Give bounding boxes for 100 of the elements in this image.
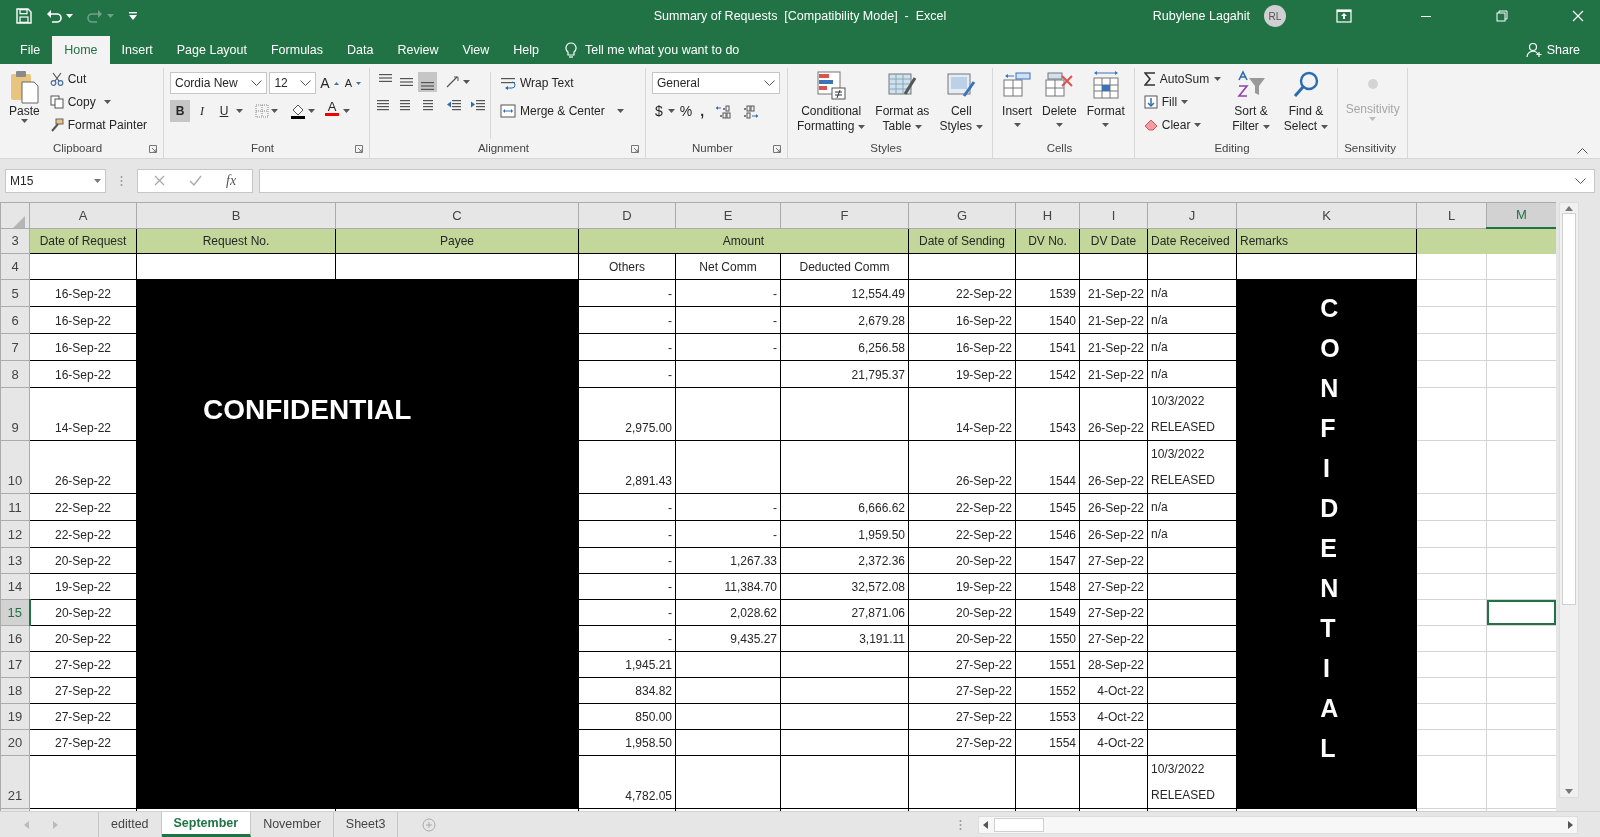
grow-font-button[interactable]: A [318, 72, 341, 94]
font-name-field[interactable]: Cordia New [170, 72, 268, 94]
scroll-left-icon[interactable] [983, 820, 988, 829]
ribbon-display-options-icon[interactable] [1336, 9, 1352, 23]
format-painter-button[interactable]: Format Painter [46, 114, 151, 136]
column-header[interactable]: G [908, 202, 1016, 228]
column-header[interactable]: H [1015, 202, 1080, 228]
align-right-icon[interactable] [420, 98, 434, 112]
fill-color-icon[interactable] [290, 103, 306, 119]
column-header[interactable]: J [1147, 202, 1237, 228]
check-icon[interactable] [189, 175, 202, 186]
row-header[interactable]: 10 [0, 440, 30, 493]
find-select-button[interactable]: Find & Select [1280, 68, 1332, 139]
fill-button[interactable]: Fill [1140, 91, 1222, 113]
cut-button[interactable]: Cut [46, 68, 151, 90]
merge-center-button[interactable]: Merge & Center [497, 100, 627, 122]
row-header[interactable]: 15 [0, 599, 30, 625]
dialog-launcher-icon[interactable] [631, 144, 639, 153]
cells-button[interactable]: Insert [999, 68, 1036, 139]
comma-style-button[interactable]: , [697, 100, 708, 122]
scrollbar-thumb[interactable] [994, 817, 1044, 832]
name-box[interactable]: M15 [5, 168, 106, 193]
column-header[interactable]: F [780, 202, 909, 228]
decrease-indent-icon[interactable] [446, 98, 462, 112]
column-header[interactable]: B [136, 202, 336, 228]
paste-button[interactable]: Paste [6, 68, 43, 139]
scroll-right-icon[interactable] [1568, 820, 1573, 829]
ribbon-tab[interactable]: Formulas [258, 36, 336, 64]
undo-icon[interactable] [46, 9, 62, 23]
ribbon-tab[interactable]: Data [335, 36, 386, 64]
bottom-align-button[interactable] [418, 72, 437, 92]
shrink-font-button[interactable]: A [342, 72, 363, 94]
style-button[interactable]: Conditional Formatting [794, 68, 869, 139]
user-avatar[interactable]: RL [1264, 5, 1286, 27]
row-header[interactable]: 11 [0, 493, 30, 520]
share-button[interactable]: Share [1519, 36, 1586, 64]
column-header[interactable]: I [1079, 202, 1148, 228]
style-button[interactable]: Cell Styles [936, 68, 987, 139]
number-format-field[interactable]: General [652, 72, 780, 94]
sheet-tab[interactable]: September [161, 812, 252, 837]
decrease-decimal-icon[interactable] [741, 103, 760, 119]
wrap-text-button[interactable]: Wrap Text [497, 72, 627, 94]
clear-button[interactable]: Clear [1140, 114, 1222, 136]
row-header[interactable]: 17 [0, 651, 30, 677]
ribbon-tab[interactable]: Home [52, 36, 110, 64]
column-header[interactable]: A [29, 202, 137, 228]
column-header[interactable]: M [1486, 202, 1556, 228]
sheet-tab[interactable]: editted [99, 812, 162, 837]
vertical-scrollbar[interactable] [1559, 202, 1579, 798]
ribbon-tab[interactable]: Review [385, 36, 451, 64]
ribbon-tab[interactable]: Page Layout [164, 36, 259, 64]
percent-button[interactable]: % [676, 100, 696, 122]
row-header[interactable]: 3 [0, 228, 30, 253]
column-header[interactable]: C [335, 202, 579, 228]
restore-icon[interactable] [1496, 10, 1508, 22]
save-icon[interactable] [16, 8, 32, 24]
bold-button[interactable]: B [170, 100, 190, 122]
ribbon-tab[interactable]: Insert [109, 36, 165, 64]
cells-button[interactable]: Delete [1039, 68, 1080, 139]
font-color-button[interactable]: A [323, 100, 341, 122]
column-header[interactable]: D [578, 202, 676, 228]
sheet-tab[interactable]: Sheet3 [333, 812, 399, 837]
active-cell[interactable] [1486, 599, 1556, 625]
row-header[interactable]: 8 [0, 360, 30, 387]
scroll-down-icon[interactable] [1565, 789, 1573, 794]
row-header[interactable]: 12 [0, 520, 30, 547]
ribbon-tab[interactable]: File [8, 36, 53, 64]
column-header[interactable]: E [675, 202, 781, 228]
align-left-icon[interactable] [376, 98, 390, 112]
italic-button[interactable]: I [192, 100, 212, 122]
row-header[interactable]: 9 [0, 387, 30, 440]
dialog-launcher-icon[interactable] [773, 144, 781, 153]
sheet-tab[interactable]: November [251, 812, 334, 837]
currency-button[interactable]: $ [652, 100, 666, 122]
collapse-ribbon-icon[interactable] [1577, 148, 1588, 154]
row-header[interactable]: 16 [0, 625, 30, 651]
chevron-down-icon[interactable] [1575, 177, 1586, 184]
row-header[interactable]: 7 [0, 333, 30, 360]
cells-button[interactable]: Format [1083, 68, 1128, 139]
text-orientation-icon[interactable] [445, 75, 461, 89]
row-header[interactable]: 4 [0, 253, 30, 279]
row-header[interactable]: 5 [0, 279, 30, 306]
row-header[interactable]: 19 [0, 703, 30, 729]
font-size-field[interactable]: 12 [269, 72, 317, 94]
row-header[interactable]: 6 [0, 306, 30, 333]
dialog-launcher-icon[interactable] [149, 144, 157, 153]
row-header[interactable]: 20 [0, 729, 30, 755]
row-header[interactable]: 13 [0, 547, 30, 573]
style-button[interactable]: Format as Table [872, 68, 933, 139]
row-header[interactable]: 21 [0, 755, 30, 808]
ribbon-tab[interactable]: Help [501, 36, 552, 64]
row-header[interactable]: 14 [0, 573, 30, 599]
copy-button[interactable]: Copy [46, 91, 151, 113]
horizontal-scrollbar[interactable] [978, 815, 1578, 834]
align-center-icon[interactable] [398, 98, 412, 112]
underline-button[interactable]: U [214, 100, 234, 122]
insert-function-button[interactable]: fx [226, 170, 237, 191]
autosum-button[interactable]: AutoSum [1140, 68, 1213, 90]
close-icon[interactable] [1572, 10, 1584, 22]
scrollbar-thumb[interactable] [1562, 213, 1576, 605]
